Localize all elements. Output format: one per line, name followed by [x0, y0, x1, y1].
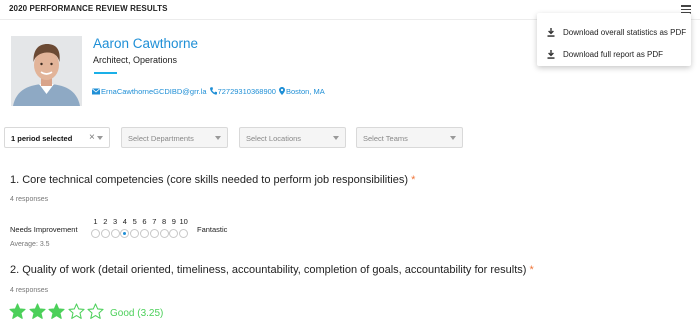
map-marker-icon: [278, 87, 285, 95]
scale-number: 6: [142, 217, 147, 226]
locations-select[interactable]: Select Locations: [239, 127, 346, 148]
phone-icon: [209, 87, 217, 95]
menu-item-label: Download full report as PDF: [563, 50, 664, 59]
required-marker: *: [411, 174, 416, 186]
employee-name: Aaron Cawthorne: [93, 36, 199, 51]
scale-number: 2: [103, 217, 108, 226]
envelope-icon: [92, 88, 100, 95]
download-full-report-item[interactable]: Download full report as PDF: [537, 43, 691, 65]
scale-number: 3: [113, 217, 118, 226]
question-text: 1. Core technical competencies (core ski…: [10, 174, 409, 186]
scale-low-label: Needs Improvement: [10, 225, 78, 234]
teams-placeholder: Select Teams: [363, 134, 408, 143]
period-select-value: 1 period selected: [11, 134, 73, 143]
page-title: 2020 PERFORMANCE REVIEW RESULTS: [9, 4, 168, 13]
contact-info: ErnaCawthorneGCDIBD@grr.la 7272931036890…: [92, 87, 328, 96]
scale-radio[interactable]: [130, 229, 140, 238]
scale-radio[interactable]: [120, 229, 130, 238]
scale-number: 5: [132, 217, 137, 226]
question-text: 2. Quality of work (detail oriented, tim…: [10, 264, 527, 276]
locations-placeholder: Select Locations: [246, 134, 302, 143]
response-count: 4 responses: [10, 287, 49, 294]
star-filled-icon: [28, 303, 46, 319]
scale-radio[interactable]: [110, 229, 120, 238]
download-icon: [547, 50, 555, 59]
teams-select[interactable]: Select Teams: [356, 127, 463, 148]
location-link[interactable]: Boston, MA: [286, 87, 325, 96]
scale-number: 10: [179, 217, 188, 226]
star-empty-icon: [67, 303, 85, 319]
scale-radio[interactable]: [100, 229, 110, 238]
download-icon: [547, 28, 555, 37]
scale-number: 8: [162, 217, 167, 226]
menu-item-label: Download overall statistics as PDF: [563, 28, 687, 37]
scale-high-label: Fantastic: [197, 225, 228, 234]
clear-icon[interactable]: ×: [89, 132, 95, 143]
employee-role: Architect, Operations: [93, 55, 178, 65]
scale-radio[interactable]: [149, 229, 159, 238]
star-filled-icon: [48, 303, 65, 319]
download-menu: Download overall statistics as PDF Downl…: [537, 13, 691, 66]
scale-radio[interactable]: [91, 229, 100, 238]
response-count: 4 responses: [10, 196, 49, 203]
phone-link[interactable]: 72729310368900: [218, 87, 276, 96]
scale-number: 1: [93, 217, 98, 226]
accent-divider: [94, 72, 117, 74]
chevron-down-icon: [450, 136, 456, 140]
scale-number: 9: [171, 217, 176, 226]
scale-radio[interactable]: [159, 229, 169, 238]
scale-number: 7: [152, 217, 157, 226]
chevron-down-icon: [333, 136, 339, 140]
download-overall-statistics-item[interactable]: Download overall statistics as PDF: [537, 21, 691, 43]
rating-label: Good (3.25): [110, 308, 164, 319]
star-rating: [9, 303, 109, 321]
scale-radio[interactable]: [179, 229, 189, 238]
avatar: [11, 36, 82, 106]
departments-select[interactable]: Select Departments: [121, 127, 228, 148]
scale-radio[interactable]: [140, 229, 149, 238]
scale-numbers: 1 2 3 4 5 6 7 8 9 10: [91, 217, 191, 227]
scale-radio[interactable]: [169, 229, 179, 238]
scale-radio-group: [91, 229, 191, 239]
question-title: 2. Quality of work (detail oriented, tim…: [10, 264, 534, 276]
chevron-down-icon: [215, 136, 221, 140]
star-filled-icon: [9, 303, 26, 319]
average-score: Average: 3.5: [10, 241, 50, 248]
required-marker: *: [529, 264, 534, 276]
question-title: 1. Core technical competencies (core ski…: [10, 174, 415, 186]
departments-placeholder: Select Departments: [128, 134, 194, 143]
star-empty-icon: [87, 303, 104, 319]
email-link[interactable]: ErnaCawthorneGCDIBD@grr.la: [101, 87, 207, 96]
scale-number: 4: [122, 217, 127, 226]
period-select[interactable]: 1 period selected ×: [4, 127, 110, 148]
chevron-down-icon: [97, 136, 103, 140]
